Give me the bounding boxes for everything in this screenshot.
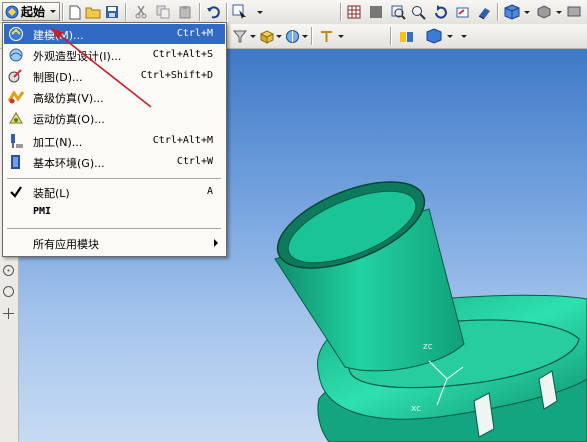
cut-icon[interactable] xyxy=(133,4,149,20)
manufacturing-icon xyxy=(11,134,23,148)
point-tool-icon[interactable] xyxy=(2,307,15,320)
menu-item-label: PMI xyxy=(33,206,52,217)
modeling-icon xyxy=(9,27,23,41)
save-icon[interactable] xyxy=(104,4,120,20)
face-select-icon[interactable] xyxy=(258,28,274,44)
new-file-icon[interactable] xyxy=(67,4,83,20)
zoom-icon[interactable] xyxy=(410,4,426,20)
motion-simulation-icon xyxy=(9,112,23,124)
svg-text:zc: zc xyxy=(423,342,433,352)
open-folder-icon[interactable] xyxy=(85,4,101,20)
check-icon xyxy=(10,186,22,198)
copy-icon[interactable] xyxy=(155,4,171,20)
arc-tool-icon[interactable] xyxy=(2,285,15,298)
menu-item-motion-simulation[interactable]: 运动仿真(O)... xyxy=(4,108,225,128)
menu-item-label: 所有应用模块 xyxy=(33,238,99,251)
gateway-icon xyxy=(11,155,20,169)
menu-item-all-modules[interactable]: 所有应用模块 xyxy=(4,233,225,253)
menu-item-shortcut: Ctrl+Alt+S xyxy=(152,49,213,60)
perspective-icon[interactable] xyxy=(476,4,492,20)
application-menu: 建模(M)... Ctrl+M 外观造型设计(I)... Ctrl+Alt+S … xyxy=(2,22,227,257)
select-tool-icon[interactable] xyxy=(232,4,248,20)
circle-tool-icon[interactable] xyxy=(2,264,15,277)
menu-item-shortcut: Ctrl+Alt+M xyxy=(152,135,213,146)
menu-item-label: 外观造型设计(I)... xyxy=(33,50,122,63)
svg-text:xc: xc xyxy=(411,404,421,414)
chevron-right-icon xyxy=(214,239,218,247)
shade-icon[interactable] xyxy=(426,28,442,44)
menu-item-label: 制图(D)... xyxy=(33,71,83,84)
snap-point-icon[interactable] xyxy=(318,28,334,44)
drafting-icon xyxy=(8,69,22,83)
layer-icon[interactable] xyxy=(398,28,414,44)
menu-item-shortcut: Ctrl+M xyxy=(176,28,213,39)
menu-item-shortcut: Ctrl+Shift+D xyxy=(140,70,213,81)
fit-view-icon[interactable] xyxy=(368,4,384,20)
part-model[interactable]: zc xc xyxy=(266,164,587,442)
rotate-icon[interactable] xyxy=(432,4,448,20)
menu-separator xyxy=(7,178,221,180)
filter-icon[interactable] xyxy=(232,28,248,44)
start-button[interactable]: 起始 xyxy=(2,2,60,21)
menu-separator xyxy=(7,228,221,230)
orient-view-icon[interactable] xyxy=(536,4,552,20)
paste-icon[interactable] xyxy=(177,4,193,20)
menu-item-drafting[interactable]: 制图(D)... Ctrl+Shift+D xyxy=(4,66,225,86)
menu-item-modeling[interactable]: 建模(M)... Ctrl+M xyxy=(4,24,225,44)
shape-studio-icon xyxy=(9,48,23,62)
pan-icon[interactable] xyxy=(454,4,470,20)
menu-item-advanced-simulation[interactable]: 高级仿真(V)... xyxy=(4,87,225,107)
menu-item-label: 高级仿真(V)... xyxy=(33,92,104,105)
menu-item-label: 运动仿真(O)... xyxy=(33,113,105,126)
render-style-icon[interactable] xyxy=(504,4,520,20)
menu-item-gateway[interactable]: 基本环境(G)... Ctrl+W xyxy=(4,152,225,172)
undo-icon[interactable] xyxy=(205,4,221,20)
menu-item-label: 加工(N)... xyxy=(33,136,83,149)
zoom-window-icon[interactable] xyxy=(390,4,406,20)
body-select-icon[interactable] xyxy=(284,28,300,44)
menu-item-assembly[interactable]: 装配(L) A xyxy=(4,182,225,202)
advanced-simulation-icon xyxy=(8,90,24,104)
menu-item-manufacturing[interactable]: 加工(N)... Ctrl+Alt+M xyxy=(4,131,225,151)
menu-item-shape-studio[interactable]: 外观造型设计(I)... Ctrl+Alt+S xyxy=(4,45,225,65)
display-icon[interactable] xyxy=(566,4,582,20)
table-icon[interactable] xyxy=(346,4,362,20)
menu-item-shortcut: A xyxy=(206,186,213,197)
menu-item-label: 基本环境(G)... xyxy=(33,157,105,170)
start-icon xyxy=(5,5,19,18)
menu-item-label: 建模(M)... xyxy=(33,29,84,42)
menu-item-label: 装配(L) xyxy=(33,187,70,200)
menu-item-shortcut: Ctrl+W xyxy=(176,156,213,167)
start-label: 起始 xyxy=(21,5,46,19)
menu-item-pmi[interactable]: PMI xyxy=(4,203,225,223)
